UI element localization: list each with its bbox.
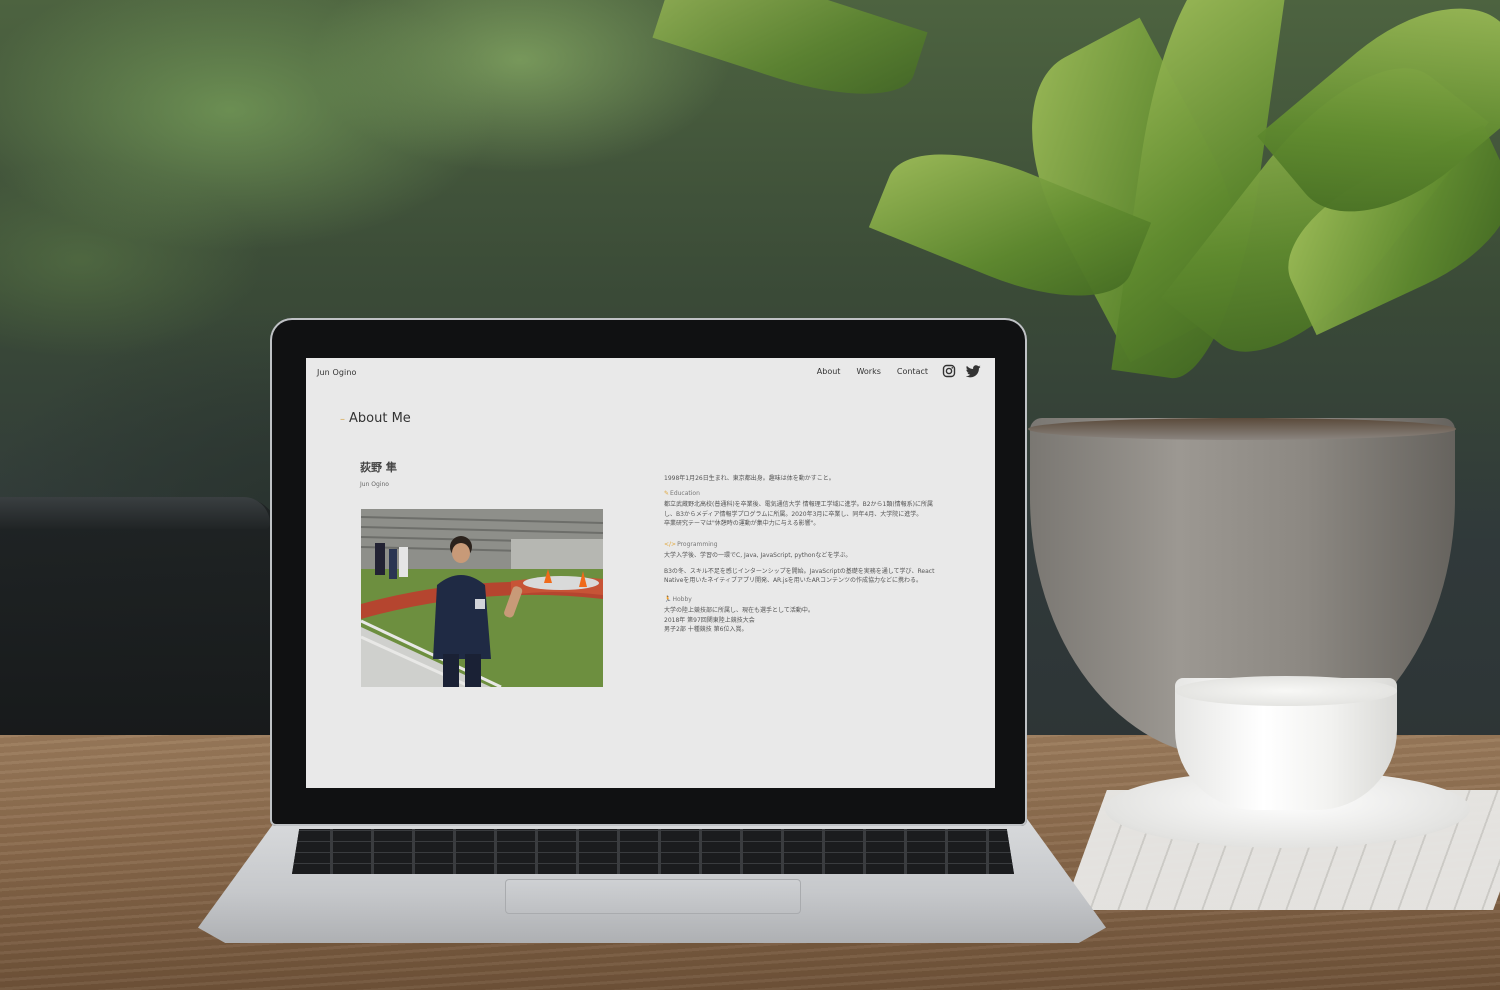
- title-accent-dash: –: [340, 414, 345, 425]
- education-line: 都立武蔵野北高校(普通科)を卒業後、電気通信大学 情報理工学域に進学。B2から1…: [664, 501, 934, 508]
- main-nav: About Works Contact: [801, 364, 981, 378]
- hobby-line: 男子2部 十種競技 第6位入賞。: [664, 626, 748, 633]
- education-heading-text: Education: [670, 489, 700, 497]
- nav-contact[interactable]: Contact: [897, 367, 928, 376]
- laptop-screen: Jun Ogino About Works Contact – About Me …: [306, 358, 995, 788]
- chair-backrest: [0, 497, 270, 529]
- programming-heading-text: Programming: [677, 540, 718, 548]
- instagram-icon[interactable]: [942, 364, 956, 378]
- hobby-line: 大学の陸上競技部に所属し、現在も選手として活動中。: [664, 607, 814, 614]
- coffee-cup-rim: [1175, 676, 1397, 706]
- laptop-trackpad: [505, 879, 801, 914]
- code-icon: </>: [664, 540, 677, 548]
- profile-photo: [361, 509, 603, 687]
- education-line: 卒業研究テーマは"休憩時の運動が集中力に与える影響"。: [664, 520, 820, 527]
- programming-line: 大学入学後、学習の一環でC, Java, JavaScript, pythonな…: [664, 552, 852, 559]
- section-title: – About Me: [340, 411, 411, 426]
- hobby-heading: 🏃Hobby: [664, 595, 959, 605]
- hobby-heading-text: Hobby: [672, 595, 692, 603]
- section-title-text: About Me: [349, 411, 411, 426]
- site-header: Jun Ogino About Works Contact: [306, 358, 995, 388]
- chair: [0, 497, 280, 757]
- profile-name: 荻野 隼: [360, 461, 397, 474]
- programming-line: B3の冬、スキル不足を感じインターンシップを開始。JavaScriptの基礎を実…: [664, 567, 935, 575]
- nav-about[interactable]: About: [817, 367, 841, 376]
- programming-line: Nativeを用いたネイティブアプリ開発、AR.jsを用いたARコンテンツの作成…: [664, 577, 922, 584]
- programming-heading: </>Programming: [664, 540, 959, 550]
- profile-name-romaji: Jun Ogino: [360, 481, 389, 488]
- plant-pot-rim: [1028, 418, 1456, 440]
- hobby-line: 2018年 第97回関東陸上競技大会: [664, 616, 755, 624]
- bio-text: 1998年1月26日生まれ、東京都出身。趣味は体を動かすこと。 ✎Educati…: [664, 474, 959, 635]
- bio-intro: 1998年1月26日生まれ、東京都出身。趣味は体を動かすこと。: [664, 475, 835, 482]
- education-line: し、B3からメディア情報学プログラムに所属。2020年3月に卒業し、同年4月、大…: [664, 510, 923, 518]
- education-heading: ✎Education: [664, 489, 959, 499]
- pencil-icon: ✎: [664, 489, 670, 497]
- laptop-keyboard: [292, 829, 1014, 874]
- twitter-icon[interactable]: [966, 364, 981, 378]
- nav-works[interactable]: Works: [856, 367, 880, 376]
- site-logo[interactable]: Jun Ogino: [317, 368, 357, 377]
- runner-icon: 🏃: [664, 595, 672, 603]
